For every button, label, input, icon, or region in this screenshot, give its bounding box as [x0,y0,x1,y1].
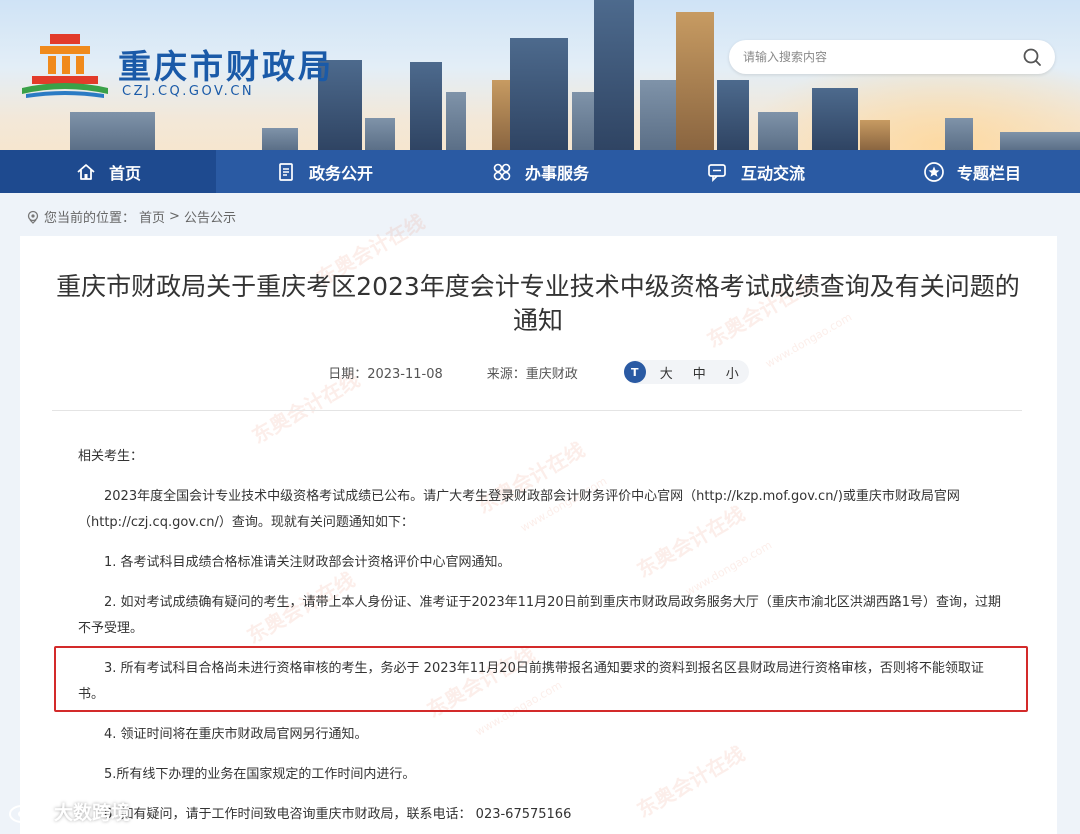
main-nav: 首页 政务公开 办事服务 互动交流 专题栏目 [0,150,1080,193]
font-size-small-button[interactable]: 小 [726,363,739,382]
article-panel: 东奥会计在线 东奥会计在线 东奥会计在线 东奥会计在线 东奥会计在线 东奥会计在… [20,209,1057,834]
title-divider [52,410,1022,411]
breadcrumb: 您当前的位置： 首页 > 公告公示 [26,207,236,226]
nav-item-label: 互动交流 [740,163,805,183]
nav-item-special-topics[interactable]: 专题栏目 [864,150,1080,193]
article-item-5: 5.所有线下办理的业务在国家规定的工作时间内进行。 [104,767,416,782]
nav-item-home[interactable]: 首页 [0,150,216,193]
corner-watermark: 大数跨境 [6,798,130,825]
font-size-medium-button[interactable]: 中 [693,363,706,382]
article-date: 日期：2023-11-08 [328,366,443,382]
chat-icon [708,163,726,182]
nav-item-services[interactable]: 办事服务 [432,150,648,193]
font-size-large-button[interactable]: 大 [660,363,673,382]
location-pin-icon [27,210,39,224]
search-input[interactable] [743,40,1013,74]
article-source: 来源：重庆财政 [486,366,578,382]
highlight-annotation-box [54,646,1028,712]
nav-item-label: 首页 [108,163,141,183]
nav-item-label: 政务公开 [308,163,373,183]
article-item-4: 4. 领证时间将在重庆市财政局官网另行通知。 [104,727,368,742]
service-icon [493,163,511,180]
article-item-1: 1. 各考试科目成绩合格标准请关注财政部会计资格评价中心官网通知。 [104,555,511,570]
document-icon [279,162,293,181]
article-body: 相关考生： 2023年度全国会计专业技术中级资格考试成绩已公布。请广大考生登录财… [78,444,1008,834]
nav-item-label: 专题栏目 [956,163,1021,183]
article-item-6: 6. 如有疑问，请于工作时间致电咨询重庆市财政局，联系电话： 023-67575… [104,807,572,822]
star-icon [924,161,944,182]
font-size-switcher: T 大 中 小 [623,360,749,384]
nav-item-interaction[interactable]: 互动交流 [648,150,864,193]
breadcrumb-current-link[interactable]: 公告公示 [184,207,236,226]
nav-item-government-affairs[interactable]: 政务公开 [216,150,432,193]
site-title[interactable]: 重庆市财政局 [118,40,334,88]
breadcrumb-separator: > [169,209,180,224]
article-greeting: 相关考生： [78,449,144,464]
weibo-logo-icon [9,799,49,823]
search-box [729,40,1055,74]
search-icon[interactable] [1021,46,1043,68]
breadcrumb-home-link[interactable]: 首页 [139,207,165,226]
site-domain: CZJ.CQ.GOV.CN [122,84,255,99]
article-meta: 日期：2023-11-08 来源：重庆财政 T 大 中 小 [20,360,1057,384]
home-icon [77,163,95,180]
nav-item-label: 办事服务 [524,163,589,183]
article-intro: 2023年度全国会计专业技术中级资格考试成绩已公布。请广大考生登录财政部会计财务… [78,489,960,530]
font-size-icon: T [623,361,646,383]
corner-watermark-text: 大数跨境 [54,802,131,824]
article-item-2: 2. 如对考试成绩确有疑问的考生，请带上本人身份证、准考证于2023年11月20… [78,595,1001,636]
article-title: 重庆市财政局关于重庆考区2023年度会计专业技术中级资格考试成绩查询及有关问题的… [56,272,1020,335]
breadcrumb-prefix: 您当前的位置： [44,211,136,226]
finance-bureau-logo [22,34,108,98]
site-header: 重庆市财政局 CZJ.CQ.GOV.CN [0,0,1080,150]
